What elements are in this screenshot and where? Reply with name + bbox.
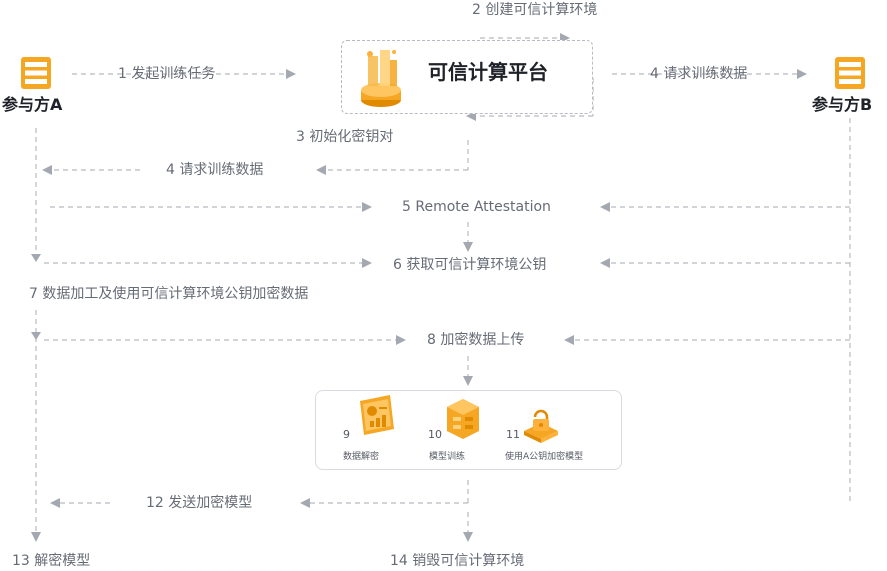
step-1-label: 1 发起训练任务 xyxy=(118,66,216,82)
platform-stack-icon xyxy=(361,50,401,107)
panel-item-9-label: 数据解密 xyxy=(343,452,380,462)
party-a-label: 参与方A xyxy=(2,95,63,114)
step-14-label: 14 销毁可信计算环境 xyxy=(390,553,525,569)
step-6-label: 6 获取可信计算环境公钥 xyxy=(393,257,547,273)
step-3-label: 3 初始化密钥对 xyxy=(296,129,394,145)
step-4-left-label: 4 请求训练数据 xyxy=(166,162,264,178)
arrow-head-a-6 xyxy=(31,254,41,262)
lock-icon xyxy=(524,409,558,443)
step-7-label: 7 数据加工及使用可信计算环境公钥加密数据 xyxy=(29,286,309,302)
server-icon xyxy=(21,57,51,89)
panel-item-10-num: 10 xyxy=(428,428,442,441)
server-icon xyxy=(835,57,865,89)
platform-title: 可信计算平台 xyxy=(428,60,548,84)
panel-item-11-label: 使用A公钥加密模型 xyxy=(505,452,584,462)
step-12-label: 12 发送加密模型 xyxy=(146,495,253,511)
panel-item-9-num: 9 xyxy=(343,428,350,441)
panel-item-11-num: 11 xyxy=(506,428,520,441)
step-8-label: 8 加密数据上传 xyxy=(427,332,525,348)
arrow-head-a-8 xyxy=(31,332,41,340)
chart-doc-icon xyxy=(360,395,394,435)
party-b-label: 参与方B xyxy=(812,95,873,114)
step-5-label: 5 Remote Attestation xyxy=(402,199,551,215)
panel-item-10-label: 模型训练 xyxy=(429,452,466,462)
model-stack-icon xyxy=(447,399,479,439)
step-4-right-label: 4 请求训练数据 xyxy=(650,66,748,82)
step-2-label: 2 创建可信计算环境 xyxy=(472,2,598,18)
step-13-label: 13 解密模型 xyxy=(12,553,91,569)
